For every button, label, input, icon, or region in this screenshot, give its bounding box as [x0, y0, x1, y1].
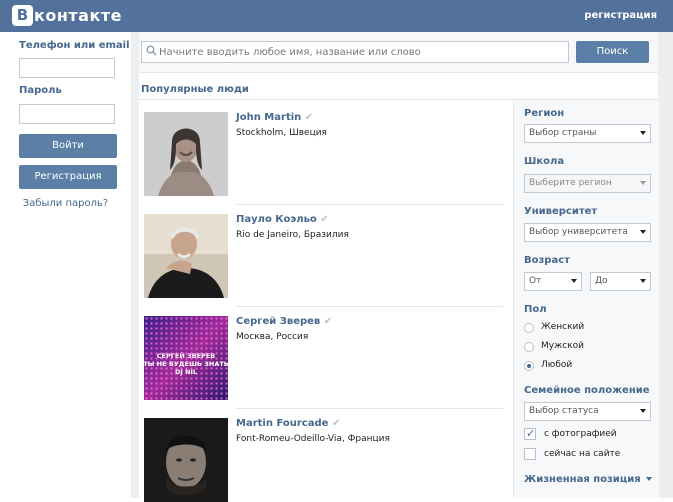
person-location: Москва, Россия — [236, 332, 309, 342]
verified-icon: ✔ — [320, 214, 329, 225]
sex-option-female: Женский — [541, 322, 585, 332]
age-to-select[interactable]: До — [590, 272, 651, 291]
age-to-value: До — [595, 276, 608, 286]
person-photo[interactable] — [144, 112, 228, 196]
university-label: Университет — [524, 206, 598, 217]
person-name[interactable]: Сергей Зверев ✔ — [236, 316, 332, 327]
person-location: Stockholm, Швеция — [236, 128, 327, 138]
register-button[interactable]: Регистрация — [19, 165, 117, 189]
search-input[interactable] — [159, 43, 559, 61]
person-name-text: Пауло Коэльо — [236, 214, 317, 225]
life-position-label: Жизненная позиция — [524, 474, 641, 485]
with-photo-checkbox[interactable]: ✓ — [524, 427, 536, 440]
person-name-text: Сергей Зверев — [236, 316, 321, 327]
person-photo[interactable] — [144, 418, 228, 502]
sex-option-any: Любой — [541, 360, 573, 370]
sex-radio-any[interactable] — [524, 361, 534, 371]
university-select-value: Выбор университета — [529, 227, 628, 237]
life-position-toggle[interactable]: Жизненная позиция — [524, 474, 652, 485]
search-bar: Поиск — [139, 32, 658, 73]
photo-text-line1: СЕРГЕЙ ЗВЕРЕВ — [157, 351, 215, 360]
person-photo[interactable]: СЕРГЕЙ ЗВЕРЕВ ТЫ НЕ БУДЕШЬ ЗНАТЬ DJ NIL — [144, 316, 228, 400]
sex-radio-female[interactable] — [524, 323, 534, 333]
marital-select[interactable]: Выбор статуса — [524, 402, 651, 421]
person-name[interactable]: Пауло Коэльо ✔ — [236, 214, 329, 225]
password-input[interactable] — [19, 104, 115, 124]
age-from-select[interactable]: От — [524, 272, 582, 291]
person-name[interactable]: John Martin ✔ — [236, 112, 313, 123]
school-label: Школа — [524, 156, 565, 167]
background-gap — [131, 32, 139, 498]
photo-text-line2: ТЫ НЕ БУДЕШЬ ЗНАТЬ — [144, 360, 228, 368]
search-icon — [146, 45, 157, 56]
chevron-down-icon — [645, 477, 652, 481]
background-right — [658, 32, 673, 498]
logo-letter: В — [12, 5, 33, 26]
chevron-down-icon — [571, 279, 577, 283]
sex-option-male: Мужской — [541, 341, 584, 351]
top-bar: В контакте регистрация — [0, 0, 673, 32]
main-content: Поиск Популярные люди John Martin ✔ Stoc… — [139, 32, 659, 502]
password-label: Пароль — [19, 85, 62, 96]
person-name-text: Martin Fourcade — [236, 418, 329, 429]
region-label: Регион — [524, 108, 565, 119]
online-now-label: сейчас на сайте — [544, 449, 621, 459]
marital-select-value: Выбор статуса — [529, 406, 599, 416]
person-name[interactable]: Martin Fourcade ✔ — [236, 418, 340, 429]
search-field[interactable] — [141, 41, 569, 63]
filters-panel: Регион Выбор страны Школа Выберите регио… — [513, 100, 659, 498]
search-button[interactable]: Поиск — [576, 41, 649, 63]
chevron-down-icon — [640, 131, 646, 135]
section-title: Популярные люди — [141, 84, 249, 95]
verified-icon: ✔ — [323, 316, 333, 327]
header-register-link[interactable]: регистрация — [584, 10, 657, 21]
person-location: Rio de Janeiro, Бразилия — [236, 230, 349, 240]
chevron-down-icon — [640, 409, 646, 413]
divider — [236, 204, 503, 205]
phone-input[interactable] — [19, 58, 115, 78]
region-select[interactable]: Выбор страны — [524, 124, 651, 143]
logo-text: контакте — [34, 6, 122, 25]
region-select-value: Выбор страны — [529, 128, 597, 138]
divider — [236, 306, 503, 307]
university-select[interactable]: Выбор университета — [524, 223, 651, 242]
forgot-password-link[interactable]: Забыли пароль? — [0, 198, 131, 209]
sex-label: Пол — [524, 304, 547, 315]
age-from-value: От — [529, 276, 542, 286]
photo-text-line3: DJ NIL — [175, 368, 197, 376]
person-location: Font-Romeu-Odeillo-Via, Франция — [236, 434, 390, 444]
checkmark-icon: ✓ — [526, 427, 536, 440]
chevron-down-icon — [640, 230, 646, 234]
sex-radio-male[interactable] — [524, 342, 534, 352]
chevron-down-icon — [640, 181, 646, 185]
verified-icon: ✔ — [331, 418, 341, 429]
chevron-down-icon — [640, 279, 646, 283]
phone-label: Телефон или email — [19, 40, 130, 51]
vk-logo[interactable]: В контакте — [12, 5, 122, 26]
person-name-text: John Martin — [236, 112, 302, 123]
person-photo[interactable] — [144, 214, 228, 298]
marital-label: Семейное положение — [524, 385, 650, 396]
divider — [236, 408, 503, 409]
login-button[interactable]: Войти — [19, 134, 117, 158]
with-photo-label: с фотографией — [544, 429, 617, 439]
age-label: Возраст — [524, 255, 570, 266]
login-panel: Телефон или email Пароль Войти Регистрац… — [0, 32, 131, 498]
school-select-value: Выберите регион — [529, 178, 612, 188]
online-now-checkbox[interactable] — [524, 448, 536, 460]
school-select[interactable]: Выберите регион — [524, 174, 651, 193]
verified-icon: ✔ — [304, 112, 314, 123]
